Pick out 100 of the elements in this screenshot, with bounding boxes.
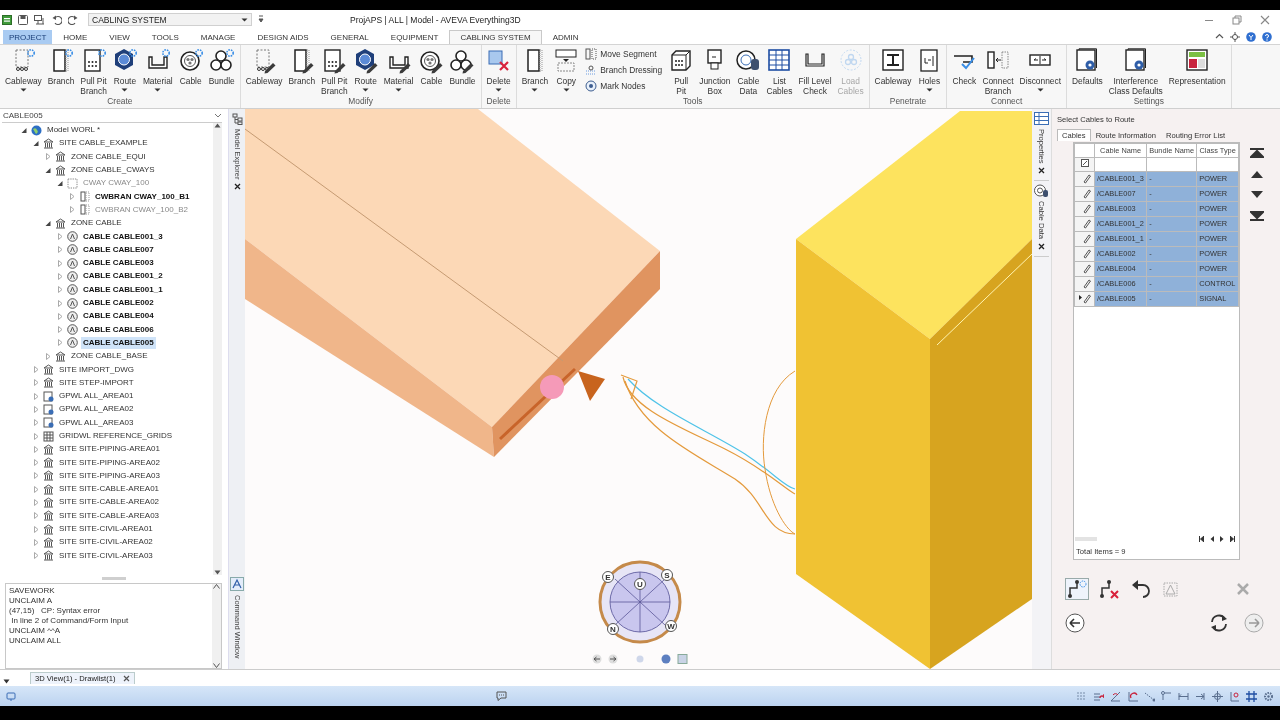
ribbon-tab[interactable]: GENERAL — [319, 29, 380, 44]
ribbon-button[interactable]: Cable Data — [733, 47, 764, 96]
first-page-icon[interactable] — [1199, 535, 1204, 542]
tree-item[interactable]: SITE SITE-PIPING-AREA03 — [57, 469, 162, 482]
down-arrow-icon[interactable] — [1250, 189, 1264, 200]
tree-item[interactable]: SITE SITE-CABLE-AREA02 — [57, 496, 162, 509]
ribbon-tab[interactable]: HOME — [52, 29, 99, 44]
tree-item[interactable]: SITE CABLE_EXAMPLE — [57, 137, 150, 150]
ribbon-button[interactable]: Pull Pit Branch — [77, 47, 110, 96]
tree-item[interactable]: GRIDWL REFERENCE_GRIDS — [57, 430, 175, 442]
tree-item[interactable]: CWAY CWAY_100 — [81, 177, 152, 190]
tree-item[interactable]: CABLE CABLE003 — [81, 257, 156, 270]
user-icon[interactable] — [1246, 31, 1256, 42]
caret-icon[interactable] — [362, 87, 370, 92]
app-icon[interactable] — [2, 14, 12, 25]
move-bottom-icon[interactable] — [1250, 210, 1264, 221]
caret-icon[interactable] — [19, 87, 27, 92]
dot-icon[interactable] — [636, 655, 644, 663]
ribbon-button[interactable]: Cable — [416, 47, 447, 86]
table-icon[interactable] — [1034, 111, 1049, 125]
route-gear-icon[interactable] — [1065, 577, 1089, 600]
ribbon-button[interactable]: Pull Pit — [666, 47, 697, 96]
help-icon[interactable] — [1262, 31, 1272, 42]
ribbon-button[interactable]: Route — [350, 47, 381, 92]
expand-arrow-icon[interactable] — [56, 178, 64, 188]
save-icon[interactable] — [18, 14, 28, 25]
tree-item[interactable]: CABLE CABLE007 — [81, 243, 156, 256]
ribbon-button[interactable]: Cableway — [242, 47, 286, 86]
previous-page-icon[interactable] — [1210, 535, 1214, 542]
undo-icon[interactable] — [52, 14, 62, 25]
tree-item[interactable]: SITE SITE-CIVIL-AREA01 — [57, 523, 155, 536]
scroll-up-icon[interactable] — [214, 122, 221, 128]
close-icon[interactable] — [1038, 167, 1045, 175]
route-delete-icon[interactable] — [1099, 577, 1121, 600]
ribbon-button[interactable]: Check — [949, 47, 980, 86]
ribbon-button[interactable]: Material — [380, 47, 417, 92]
ribbon-tab[interactable]: ADMIN — [541, 29, 590, 44]
tree-item[interactable]: SITE SITE-CIVIL-AREA02 — [57, 536, 155, 549]
close-icon[interactable] — [233, 183, 241, 190]
ribbon-button[interactable]: Cable — [175, 47, 206, 86]
slope-icon[interactable] — [1144, 690, 1155, 702]
tree-item[interactable]: CABLE CABLE005 — [81, 336, 156, 349]
splitter-grip[interactable] — [102, 577, 126, 581]
compass-drawing[interactable] — [598, 560, 682, 644]
tree-item[interactable]: Model WORL * — [45, 124, 103, 137]
tree-item[interactable]: SITE SITE-CABLE-AREA01 — [57, 483, 162, 496]
compass-label[interactable]: S — [661, 568, 673, 581]
font-icon[interactable] — [230, 577, 244, 592]
ribbon-button[interactable]: Fill Level Check — [795, 47, 835, 96]
expand-arrow-icon[interactable] — [44, 165, 52, 175]
scroll-down-icon[interactable] — [214, 569, 221, 575]
caret-icon[interactable] — [395, 87, 402, 92]
scroll-up-icon[interactable] — [213, 583, 220, 589]
tree-item[interactable]: ZONE CABLE — [69, 217, 124, 230]
crosshair-icon[interactable] — [1212, 690, 1223, 702]
screen-icon[interactable] — [6, 691, 16, 702]
chat-icon[interactable] — [495, 691, 507, 702]
tree-item[interactable]: SITE SITE-PIPING-AREA01 — [57, 443, 162, 456]
caret-icon[interactable] — [1036, 87, 1044, 92]
ribbon-button[interactable]: Route — [109, 47, 140, 92]
customize-icon[interactable] — [258, 14, 264, 25]
compass-label[interactable]: W — [665, 619, 677, 632]
ribbon-button[interactable]: Material — [139, 47, 176, 92]
caret-icon[interactable] — [531, 87, 539, 92]
tree-item[interactable]: SITE SITE-CIVIL-AREA03 — [57, 549, 155, 562]
caret-icon[interactable] — [495, 87, 503, 92]
angle-icon[interactable] — [1110, 690, 1121, 702]
last-page-icon[interactable] — [1230, 535, 1235, 542]
tree-item[interactable]: GPWL ALL_AREA03 — [57, 416, 136, 429]
gear-icon[interactable] — [1263, 690, 1274, 702]
undo-icon[interactable] — [1131, 578, 1151, 599]
tree-item[interactable]: CABLE CABLE002 — [81, 297, 156, 310]
caret-icon[interactable] — [925, 87, 933, 92]
end-bar-icon[interactable] — [1195, 690, 1206, 702]
arrow-right-icon[interactable] — [608, 654, 618, 664]
search-field[interactable]: CABLE005 — [2, 108, 222, 123]
expand-arrow-icon[interactable] — [44, 218, 52, 228]
module-dropdown[interactable]: CABLING SYSTEM — [88, 13, 252, 27]
ribbon-button[interactable]: Branch — [518, 47, 552, 92]
tree-item[interactable]: CWBRAN CWAY_100_B2 — [93, 203, 190, 216]
tree-item[interactable]: CABLE CABLE001_2 — [81, 270, 165, 283]
caret-icon[interactable] — [154, 87, 162, 92]
ribbon-button[interactable]: Delete — [483, 47, 514, 92]
tree-item[interactable]: SITE STEP-IMPORT — [57, 376, 136, 389]
filter-icon[interactable] — [1080, 159, 1089, 168]
ribbon-button[interactable]: List Cables — [763, 47, 796, 96]
expand-arrow-icon[interactable] — [32, 138, 40, 148]
ribbon-button[interactable]: Bundle — [446, 47, 479, 86]
chevron-icon[interactable] — [214, 112, 222, 118]
next-page-icon[interactable] — [1220, 535, 1224, 542]
crosshair-icon[interactable] — [1230, 31, 1240, 42]
ribbon-button[interactable]: Copy — [551, 47, 582, 92]
tree-item[interactable]: SITE SITE-CABLE-AREA03 — [57, 509, 162, 522]
tree-item[interactable]: CABLE CABLE001_3 — [81, 230, 165, 243]
ribbon-button[interactable]: Connect Branch — [979, 47, 1017, 96]
ribbon-tab[interactable]: EQUIPMENT — [379, 29, 450, 44]
close-icon[interactable] — [1038, 243, 1045, 251]
tree-item[interactable]: ZONE CABLE_EQUI — [69, 150, 148, 163]
ribbon-button[interactable]: Branch — [285, 47, 319, 86]
tree-item[interactable]: CWBRAN CWAY_100_B1 — [93, 190, 192, 203]
